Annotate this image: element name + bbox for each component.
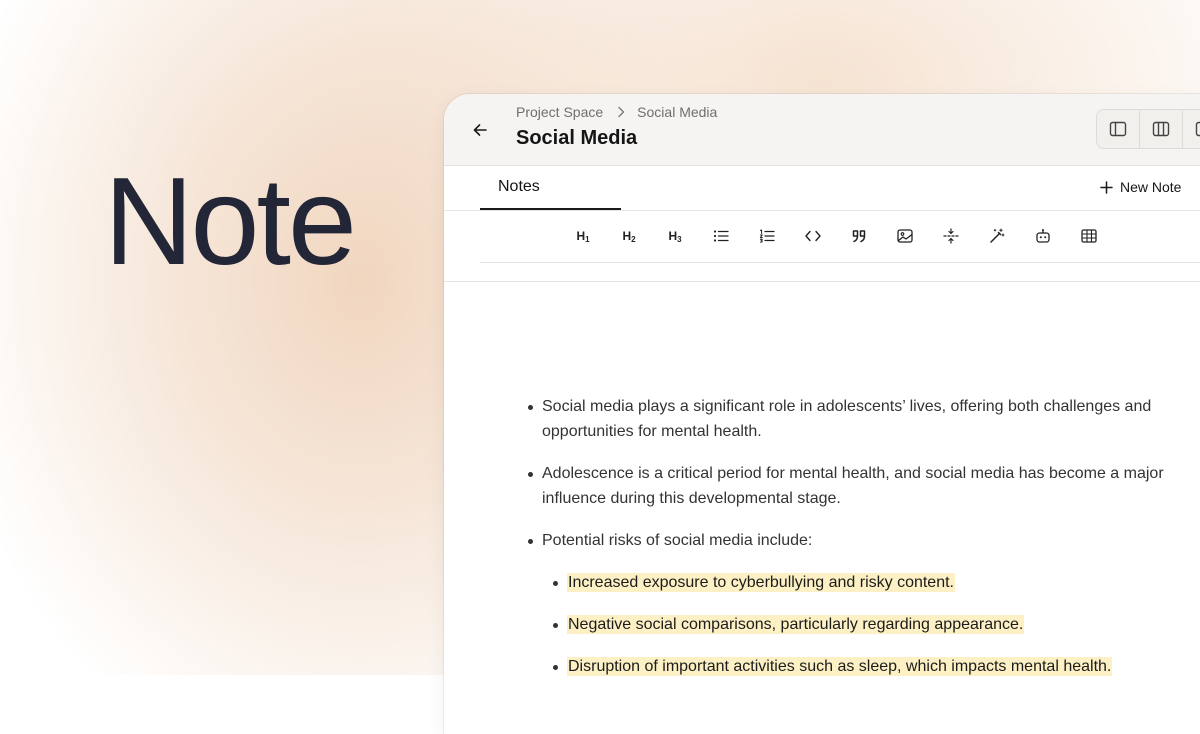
note-editor[interactable]: Social media plays a significant role in… (524, 394, 1164, 696)
app-window: Project Space Social Media Social Media (444, 94, 1200, 734)
formatting-toolbar: H1 H2 H3 (480, 211, 1200, 263)
code-button[interactable] (801, 224, 825, 248)
title-bar: Project Space Social Media Social Media (444, 94, 1200, 166)
highlighted-text: Increased exposure to cyberbullying and … (567, 573, 955, 592)
square-icon (1195, 121, 1200, 137)
magic-wand-button[interactable] (985, 224, 1009, 248)
highlighted-text: Disruption of important activities such … (567, 657, 1112, 676)
heading-3-icon: H3 (668, 229, 681, 243)
breadcrumb-item-social-media[interactable]: Social Media (637, 104, 717, 120)
numbered-list-button[interactable] (755, 224, 779, 248)
image-icon (897, 229, 913, 243)
list-item: Adolescence is a critical period for men… (524, 461, 1164, 511)
robot-icon (1035, 228, 1051, 244)
nested-list-item: Disruption of important activities such … (524, 654, 1164, 679)
view-sidebar-left-button[interactable] (1097, 110, 1140, 148)
quote-button[interactable] (847, 224, 871, 248)
heading-3-button[interactable]: H3 (663, 224, 687, 248)
arrow-left-icon (472, 122, 488, 138)
columns-icon (1152, 121, 1170, 137)
heading-1-icon: H1 (576, 229, 589, 243)
heading-2-button[interactable]: H2 (617, 224, 641, 248)
breadcrumb: Project Space Social Media (516, 104, 717, 120)
tab-notes[interactable]: Notes (480, 166, 621, 210)
image-button[interactable] (893, 224, 917, 248)
back-button[interactable] (468, 118, 492, 142)
tabs-row: Notes New Note (444, 166, 1200, 211)
nested-list-item: Increased exposure to cyberbullying and … (524, 570, 1164, 595)
toolbar-divider (444, 281, 1200, 282)
divider-icon (943, 228, 959, 244)
view-split-columns-button[interactable] (1140, 110, 1183, 148)
table-button[interactable] (1077, 224, 1101, 248)
view-switcher (1096, 109, 1200, 149)
list-item: Potential risks of social media include: (524, 528, 1164, 553)
quote-icon (852, 229, 866, 243)
heading-2-icon: H2 (622, 229, 635, 243)
list-item: Social media plays a significant role in… (524, 394, 1164, 444)
nested-list-item: Negative social comparisons, particularl… (524, 612, 1164, 637)
table-icon (1081, 229, 1097, 243)
new-note-label: New Note (1120, 179, 1181, 195)
magic-wand-icon (989, 228, 1005, 244)
heading-1-button[interactable]: H1 (571, 224, 595, 248)
code-icon (805, 230, 821, 242)
breadcrumb-item-project-space[interactable]: Project Space (516, 104, 603, 120)
new-note-button[interactable]: New Note (1100, 179, 1181, 195)
divider-button[interactable] (939, 224, 963, 248)
hero-heading: Note (104, 160, 354, 284)
tab-notes-label: Notes (498, 178, 540, 196)
numbered-list-icon (759, 229, 775, 243)
bullet-list-button[interactable] (709, 224, 733, 248)
highlighted-text: Negative social comparisons, particularl… (567, 615, 1024, 634)
page-title: Social Media (516, 127, 637, 150)
sidebar-left-icon (1109, 121, 1127, 137)
plus-icon (1100, 181, 1113, 194)
bullet-list-icon (713, 229, 729, 243)
chevron-right-icon (617, 106, 625, 118)
ai-bot-button[interactable] (1031, 224, 1055, 248)
view-full-button[interactable] (1183, 110, 1200, 148)
